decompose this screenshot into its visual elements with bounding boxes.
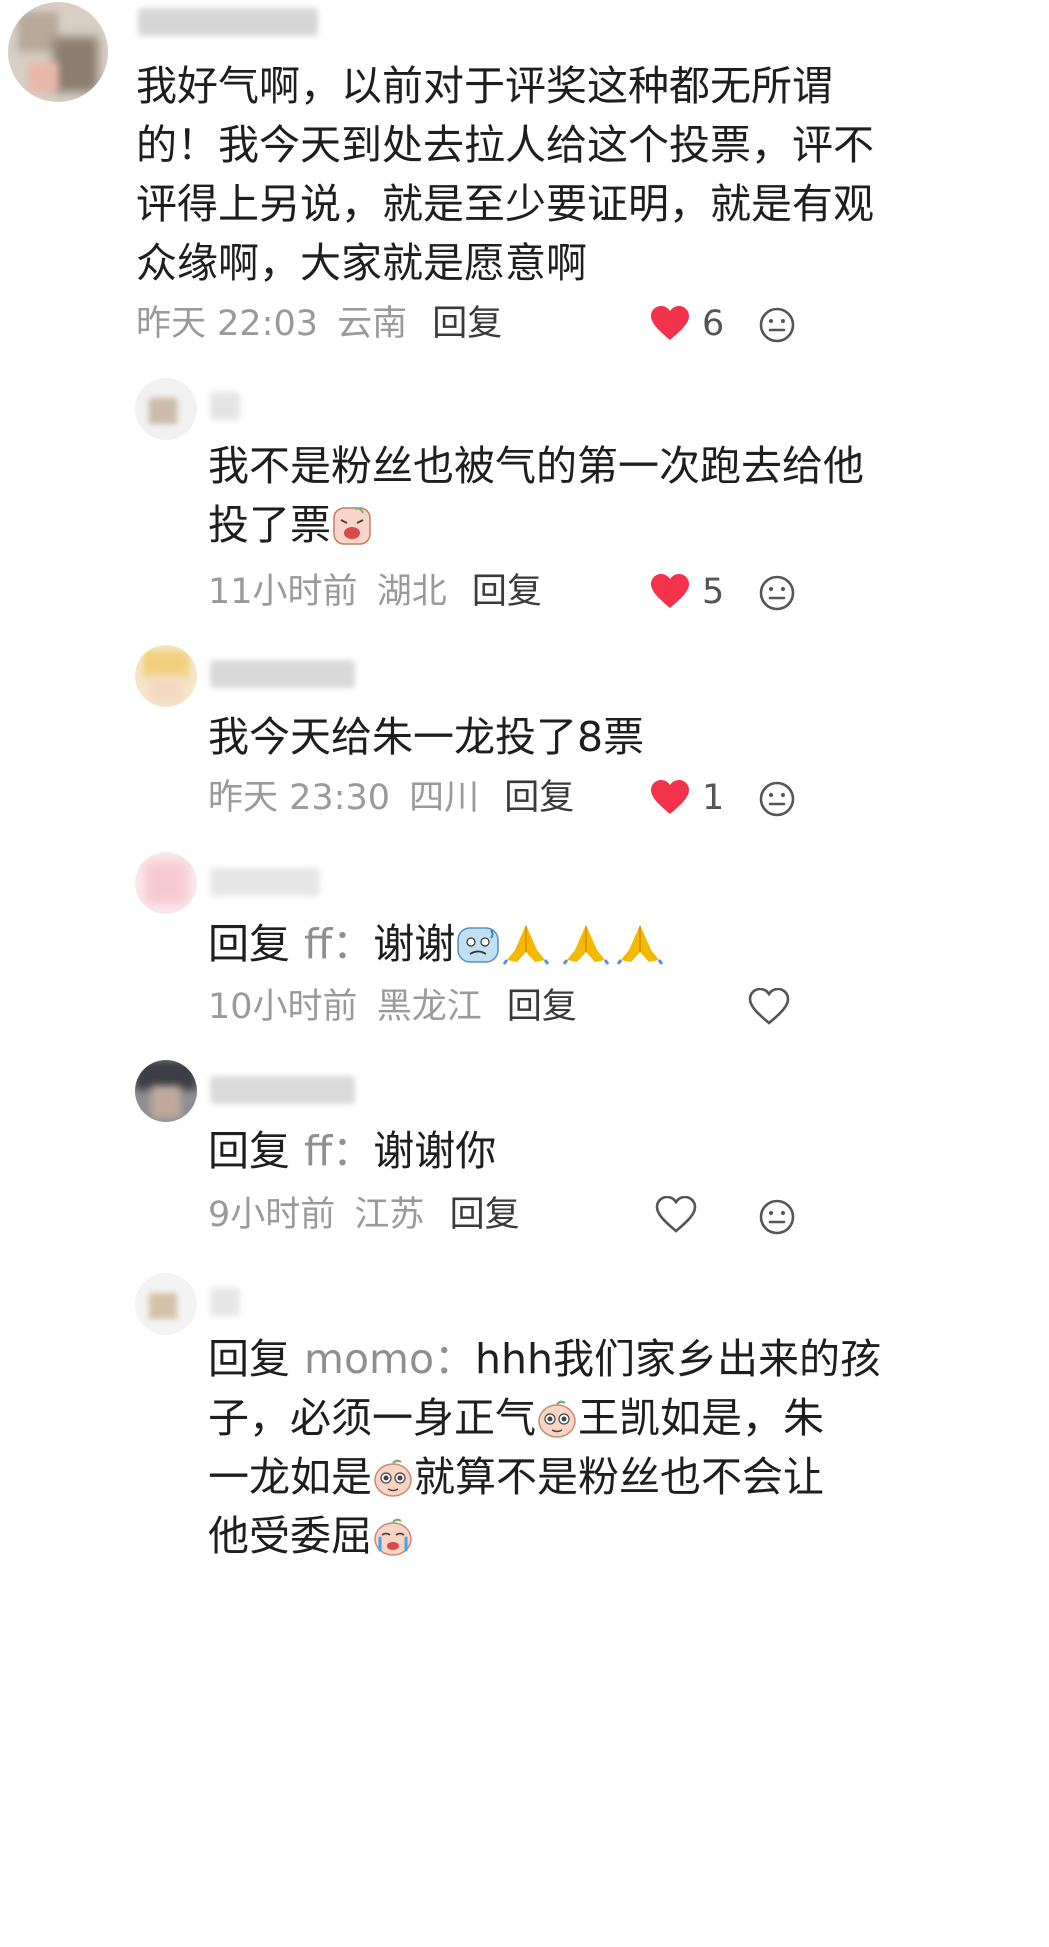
like-count: 5	[702, 572, 725, 612]
reply-prefix: 回复	[208, 1335, 290, 1383]
heart-icon	[651, 306, 689, 340]
comment-line: 我好气啊，以前对于评奖这种都无所谓	[136, 62, 833, 110]
comment-line: 投了票	[208, 496, 864, 555]
tired-face-emoji	[333, 507, 371, 545]
comment-line: 他受委屈	[208, 1507, 881, 1566]
username[interactable]	[138, 8, 318, 36]
comment-text: 我好气啊，以前对于评奖这种都无所谓 的！我今天到处去拉人给这个投票，评不 评得上…	[136, 57, 874, 293]
comment-location: 湖北	[376, 572, 447, 612]
avatar[interactable]	[135, 1060, 197, 1122]
reply-to-user[interactable]: ff：	[304, 920, 373, 968]
neutral-face-icon[interactable]	[758, 574, 796, 612]
like-button[interactable]: 1	[650, 776, 724, 820]
comment-line: 子，必须一身正气 王凯如是，朱	[208, 1394, 824, 1442]
avatar[interactable]	[8, 2, 108, 102]
heart-icon	[651, 574, 689, 608]
reply-to-user[interactable]: ff：	[304, 1127, 373, 1175]
like-count: 1	[702, 778, 725, 818]
reply-button[interactable]: 回复	[507, 987, 577, 1027]
neutral-face-icon[interactable]	[758, 1198, 796, 1236]
reply-prefix: 回复	[208, 920, 290, 968]
neutral-face-icon[interactable]	[758, 780, 796, 818]
pleading-face-emoji	[538, 1400, 576, 1438]
comment-time: 昨天 22:03	[136, 304, 318, 344]
comment-text: 回复 ff：谢谢	[208, 915, 665, 974]
comment-line: 一龙如是 就算不是粉丝也不会让	[208, 1453, 824, 1501]
comment-meta: 10小时前 黑龙江 回复	[208, 985, 577, 1029]
comment-line: 回复 ff：谢谢你	[208, 1127, 497, 1175]
comment-location: 云南	[337, 304, 408, 344]
username[interactable]	[210, 392, 240, 420]
comment-line: 我今天给朱一龙投了8票	[208, 713, 645, 761]
folded-hands-emoji	[503, 925, 550, 965]
comment-line: 回复 ff：谢谢	[208, 915, 665, 974]
username[interactable]	[210, 868, 320, 896]
comment-meta: 昨天 22:03 云南 回复	[136, 302, 502, 346]
comment-time: 10小时前	[208, 987, 358, 1027]
username[interactable]	[210, 1288, 240, 1316]
comment-location: 四川	[409, 778, 480, 818]
heart-outline-icon[interactable]	[655, 1196, 697, 1234]
avatar[interactable]	[135, 378, 197, 440]
avatar[interactable]	[135, 1273, 197, 1335]
comment-text: 回复 momo：hhh我们家乡出来的孩 子，必须一身正气 王凯如是，朱 一龙如是 就算…	[208, 1330, 881, 1566]
comment-time: 11小时前	[208, 572, 358, 612]
comment-time: 9小时前	[208, 1195, 336, 1235]
comment-meta: 昨天 23:30 四川 回复	[208, 776, 574, 820]
comment-line: 评得上另说，就是至少要证明，就是有观	[136, 180, 874, 228]
avatar[interactable]	[135, 645, 197, 707]
comment-meta: 9小时前 江苏 回复	[208, 1193, 520, 1237]
comment-line: 众缘啊，大家就是愿意啊	[136, 239, 587, 287]
comment-time: 昨天 23:30	[208, 778, 390, 818]
reply-to-user[interactable]: momo：	[304, 1335, 475, 1383]
reply-prefix: 回复	[208, 1127, 290, 1175]
username[interactable]	[210, 1076, 355, 1104]
reply-button[interactable]: 回复	[432, 304, 502, 344]
like-count: 6	[702, 304, 725, 344]
comment-line: 回复 momo：hhh我们家乡出来的孩	[208, 1335, 882, 1383]
anxious-sweat-emoji	[457, 927, 499, 963]
neutral-face-icon[interactable]	[758, 306, 796, 344]
comment-line: 的！我今天到处去拉人给这个投票，评不	[136, 121, 874, 169]
comment-text: 回复 ff：谢谢你	[208, 1122, 496, 1181]
crying-face-emoji	[374, 1518, 412, 1556]
heart-outline-icon[interactable]	[748, 988, 790, 1026]
comment-text: 我今天给朱一龙投了8票	[208, 708, 644, 767]
folded-hands-emoji	[617, 925, 664, 965]
comment-line: 我不是粉丝也被气的第一次跑去给他	[208, 442, 864, 490]
reply-button[interactable]: 回复	[450, 1195, 520, 1235]
avatar[interactable]	[135, 852, 197, 914]
folded-hands-emoji	[563, 925, 610, 965]
like-button[interactable]: 6	[650, 302, 724, 346]
pleading-face-emoji	[374, 1459, 412, 1497]
comment-location: 黑龙江	[376, 987, 482, 1027]
username[interactable]	[210, 660, 355, 688]
heart-icon	[651, 780, 689, 814]
like-button[interactable]: 5	[650, 570, 724, 614]
reply-button[interactable]: 回复	[504, 778, 574, 818]
comment-location: 江苏	[354, 1195, 425, 1235]
comment-meta: 11小时前 湖北 回复	[208, 570, 542, 614]
reply-button[interactable]: 回复	[472, 572, 542, 612]
comment-text: 我不是粉丝也被气的第一次跑去给他 投了票	[208, 437, 864, 555]
